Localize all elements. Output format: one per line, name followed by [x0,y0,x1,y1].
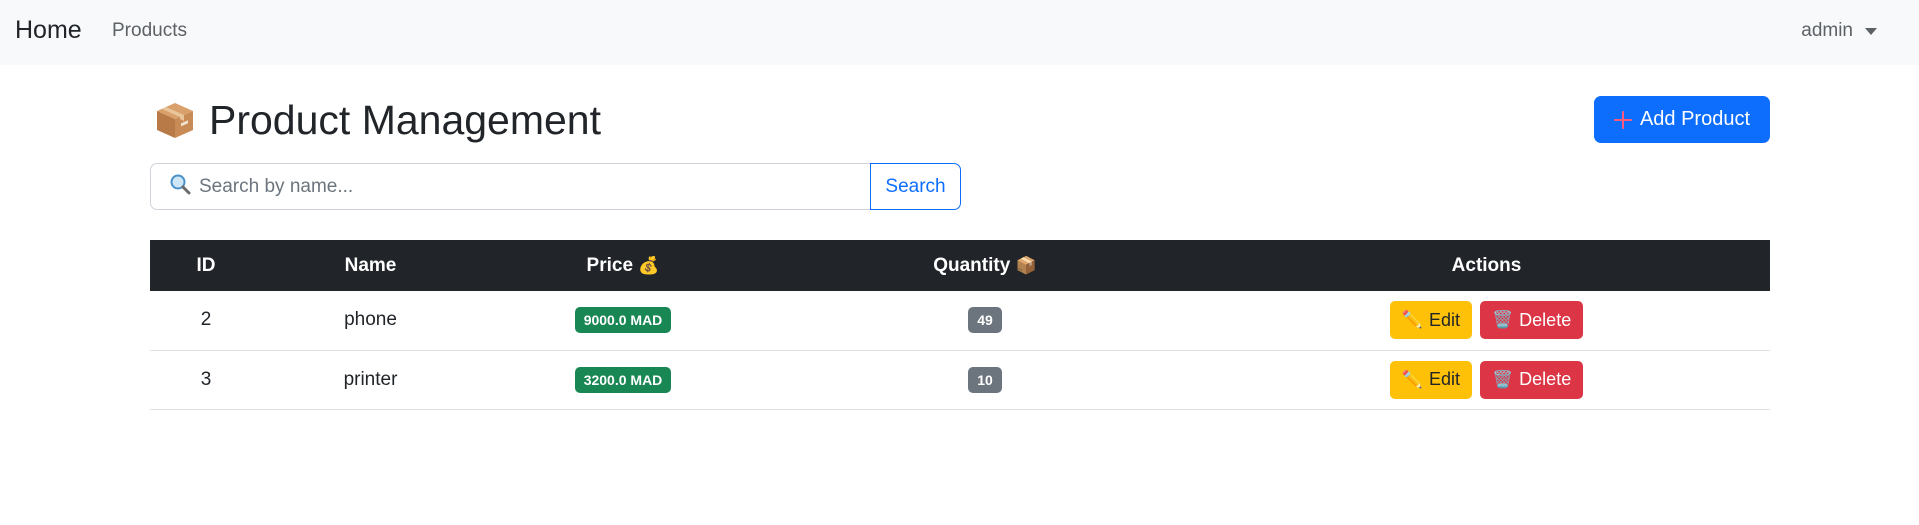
cell-name: printer [343,368,398,390]
table-header-row: ID Name Price 💰 Quantity 📦 Actions [150,240,1770,291]
products-table: ID Name Price 💰 Quantity 📦 Actions 2 pho… [150,240,1770,410]
wastebasket-icon: 🗑️ [1492,369,1514,390]
cell-quantity: 10 [767,350,1203,409]
cell-name: phone [344,309,397,331]
edit-button[interactable]: ✏️ Edit [1389,360,1472,399]
add-product-button[interactable]: Add Product [1594,96,1770,143]
column-header-name: Name [344,254,397,276]
cell-quantity: 49 [767,291,1203,350]
pencil-icon: ✏️ [1401,369,1423,390]
search-button[interactable]: Search [870,163,961,210]
delete-button[interactable]: 🗑️ Delete [1480,301,1584,340]
price-header-label: Price [586,254,634,276]
package-icon [155,101,195,139]
chevron-down-icon [1865,27,1877,35]
search-input[interactable] [199,175,839,198]
edit-label: Edit [1428,309,1460,330]
cell-price: 3200.0 MAD [479,350,767,409]
price-badge: 9000.0 MAD [574,307,672,334]
cell-id: 2 [200,309,212,331]
cell-price: 9000.0 MAD [479,291,767,350]
cell-actions: ✏️ Edit 🗑️ Delete [1203,350,1770,409]
column-header-id: ID [196,254,216,276]
edit-button[interactable]: ✏️ Edit [1389,301,1472,340]
price-badge: 3200.0 MAD [574,366,672,393]
cell-id: 3 [200,368,212,390]
table-row: 3 printer 3200.0 MAD 10 ✏️ Edit 🗑️ Delet… [150,350,1770,409]
nav-link-products[interactable]: Products [112,20,187,42]
search-field [150,163,870,210]
money-bag-icon: 💰 [638,255,660,276]
wastebasket-icon: 🗑️ [1492,310,1514,331]
column-header-actions: Actions [1451,254,1522,276]
delete-button[interactable]: 🗑️ Delete [1480,360,1584,399]
edit-label: Edit [1428,369,1460,389]
pencil-icon: ✏️ [1401,310,1423,331]
quantity-badge: 49 [968,307,1002,334]
column-header-price: Price 💰 [479,240,767,291]
add-product-label: Add Product [1639,108,1751,130]
magnifier-icon [169,173,191,200]
nav-brand-home[interactable]: Home [15,16,82,45]
delete-label: Delete [1519,369,1572,389]
page-header: Product Management [155,98,601,142]
quantity-header-label: Quantity [933,254,1011,276]
page-title: Product Management [209,97,602,143]
table-row: 2 phone 9000.0 MAD 49 ✏️ Edit 🗑️ Delete [150,291,1770,350]
package-icon: 📦 [1015,255,1037,276]
plus-icon [1613,110,1632,129]
user-menu-dropdown[interactable]: admin [1801,20,1877,42]
navbar: Home Products admin [0,0,1919,65]
delete-label: Delete [1519,309,1572,330]
search-form: Search [150,163,961,210]
column-header-quantity: Quantity 📦 [767,240,1203,291]
quantity-badge: 10 [968,366,1002,393]
user-name: admin [1801,20,1853,41]
cell-actions: ✏️ Edit 🗑️ Delete [1203,291,1770,350]
